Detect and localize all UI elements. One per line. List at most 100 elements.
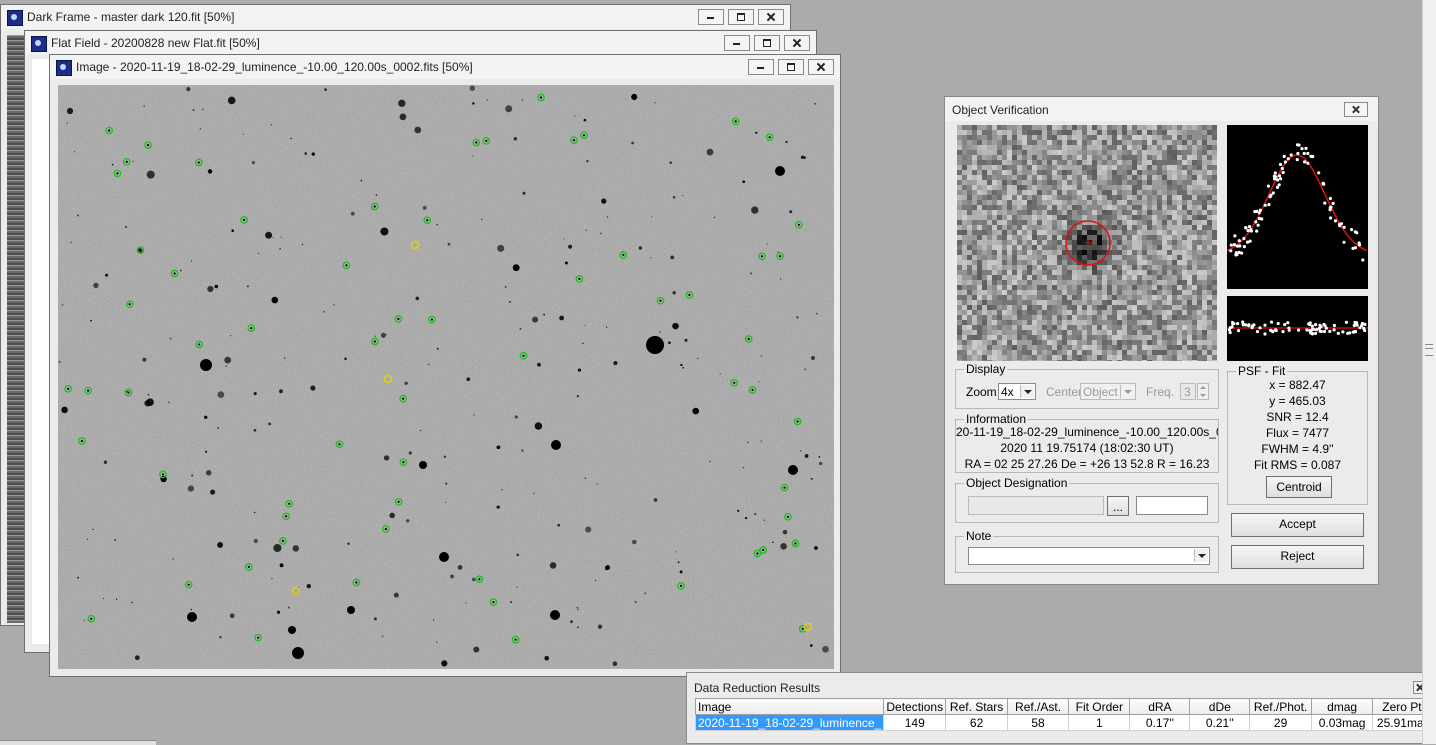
- zoom-pixel: [1017, 175, 1022, 180]
- close-button[interactable]: [1344, 102, 1368, 117]
- table-cell[interactable]: 58: [1006, 714, 1070, 731]
- table-cell[interactable]: 149: [883, 714, 947, 731]
- object-verification-titlebar[interactable]: Object Verification: [945, 97, 1378, 121]
- zoom-pixel: [1017, 220, 1022, 225]
- zoom-pixel: [1142, 235, 1147, 240]
- star-field-canvas[interactable]: [58, 85, 834, 669]
- zoom-pixel: [1097, 295, 1102, 300]
- zoom-pixel: [1207, 150, 1212, 155]
- zoom-pixel: [1042, 140, 1047, 145]
- accept-button[interactable]: Accept: [1231, 513, 1364, 537]
- zoom-pixel: [997, 310, 1002, 315]
- residual-point: [1255, 330, 1260, 334]
- data-reduction-results-window[interactable]: Data Reduction Results Image Detections …: [686, 672, 1436, 744]
- zoom-pixel: [1012, 345, 1017, 350]
- column-header[interactable]: dRA: [1129, 698, 1191, 715]
- zoom-pixel: [1202, 240, 1207, 245]
- zoom-pixel: [1122, 350, 1127, 355]
- table-cell[interactable]: 1: [1068, 714, 1131, 731]
- chevron-down-icon[interactable]: [1194, 549, 1208, 562]
- image-window[interactable]: Image - 2020-11-19_18-02-29_luminence_-1…: [49, 54, 841, 677]
- star: [324, 88, 327, 91]
- column-header[interactable]: Ref. Stars: [945, 698, 1008, 715]
- designation-extra-input[interactable]: [1136, 496, 1208, 515]
- zoom-pixel: [1062, 155, 1067, 160]
- zoom-pixel: [1002, 175, 1007, 180]
- table-cell[interactable]: 0.03mag: [1310, 714, 1374, 731]
- dark-frame-titlebar[interactable]: Dark Frame - master dark 120.fit [50%]: [1, 5, 790, 29]
- table-cell[interactable]: 29: [1249, 714, 1312, 731]
- maximize-button[interactable]: [728, 9, 754, 25]
- freq-spinner[interactable]: [1197, 383, 1209, 400]
- chevron-down-icon[interactable]: [1020, 385, 1034, 398]
- zoom-pixel: [1072, 270, 1077, 275]
- star: [93, 282, 99, 289]
- maximize-button[interactable]: [754, 35, 780, 51]
- reject-button[interactable]: Reject: [1231, 545, 1364, 569]
- zoom-pixel: [1137, 170, 1142, 175]
- zoom-pixel: [1017, 305, 1022, 310]
- zoom-pixel: [1137, 160, 1142, 165]
- star: [61, 406, 68, 414]
- minimize-button[interactable]: [748, 59, 774, 75]
- column-header[interactable]: Detections: [883, 698, 947, 715]
- psf-data-point: [1234, 251, 1238, 255]
- centroid-button[interactable]: Centroid: [1266, 476, 1332, 498]
- zoom-pixel: [1047, 345, 1052, 350]
- zoom-pixel: [1172, 200, 1177, 205]
- zoom-pixel: [1187, 130, 1192, 135]
- column-header[interactable]: dmag: [1310, 698, 1374, 715]
- zoom-pixel: [1097, 280, 1102, 285]
- table-cell-image[interactable]: 2020-11-19_18-02-29_luminence_: [694, 714, 885, 731]
- zoom-pixel: [1137, 200, 1142, 205]
- zoom-pixel: [1052, 215, 1057, 220]
- zoom-pixel: [1037, 255, 1042, 260]
- column-header[interactable]: Ref./Ast.: [1006, 698, 1070, 715]
- minimize-button[interactable]: [724, 35, 750, 51]
- column-header[interactable]: Image: [694, 698, 885, 715]
- object-verification-dialog[interactable]: Object Verification Display Zoom 4x Cent…: [944, 96, 1379, 585]
- maximize-button[interactable]: [778, 59, 804, 75]
- zoom-pixel: [962, 260, 967, 265]
- table-row[interactable]: 2020-11-19_18-02-29_luminence_ 149 62 58…: [694, 714, 1435, 731]
- column-header[interactable]: dDe: [1189, 698, 1251, 715]
- image-titlebar[interactable]: Image - 2020-11-19_18-02-29_luminence_-1…: [50, 55, 840, 79]
- freq-input[interactable]: 3: [1180, 383, 1196, 400]
- table-cell[interactable]: 62: [945, 714, 1008, 731]
- zoom-pixel: [1202, 175, 1207, 180]
- star-field-image[interactable]: [58, 85, 834, 669]
- zoom-pixel: [1057, 255, 1062, 260]
- results-table[interactable]: Image Detections Ref. Stars Ref./Ast. Fi…: [694, 698, 1435, 731]
- column-header[interactable]: Ref./Phot.: [1249, 698, 1312, 715]
- note-select[interactable]: [968, 547, 1210, 565]
- zoom-pixel: [977, 230, 982, 235]
- object-zoom-view[interactable]: [957, 125, 1217, 361]
- bright-star: [292, 647, 304, 659]
- workspace-scrollbar[interactable]: [1422, 0, 1436, 744]
- star: [243, 218, 246, 221]
- column-header[interactable]: Fit Order: [1068, 698, 1131, 715]
- close-button[interactable]: [758, 9, 784, 25]
- designation-input[interactable]: [968, 496, 1104, 515]
- zoom-pixel: [1017, 255, 1022, 260]
- table-cell[interactable]: 0.17'': [1129, 714, 1191, 731]
- center-select[interactable]: Object: [1080, 383, 1136, 400]
- minimize-button[interactable]: [698, 9, 724, 25]
- star: [496, 445, 501, 450]
- table-cell[interactable]: 0.21'': [1189, 714, 1251, 731]
- designation-browse-button[interactable]: ...: [1107, 496, 1129, 516]
- zoom-pixel: [1102, 300, 1107, 305]
- zoom-select[interactable]: 4x: [998, 383, 1036, 400]
- zoom-pixel: [1037, 155, 1042, 160]
- scroll-grip-icon[interactable]: [1425, 344, 1433, 356]
- close-button[interactable]: [808, 59, 834, 75]
- zoom-pixel: [1167, 190, 1172, 195]
- zoom-pixel: [1057, 180, 1062, 185]
- zoom-pixel: [1117, 360, 1122, 361]
- close-button[interactable]: [784, 35, 810, 51]
- zoom-pixel: [1202, 335, 1207, 340]
- star: [742, 180, 746, 184]
- zoom-pixel: [1002, 285, 1007, 290]
- chevron-down-icon[interactable]: [1120, 385, 1134, 398]
- flat-field-titlebar[interactable]: Flat Field - 20200828 new Flat.fit [50%]: [25, 31, 816, 55]
